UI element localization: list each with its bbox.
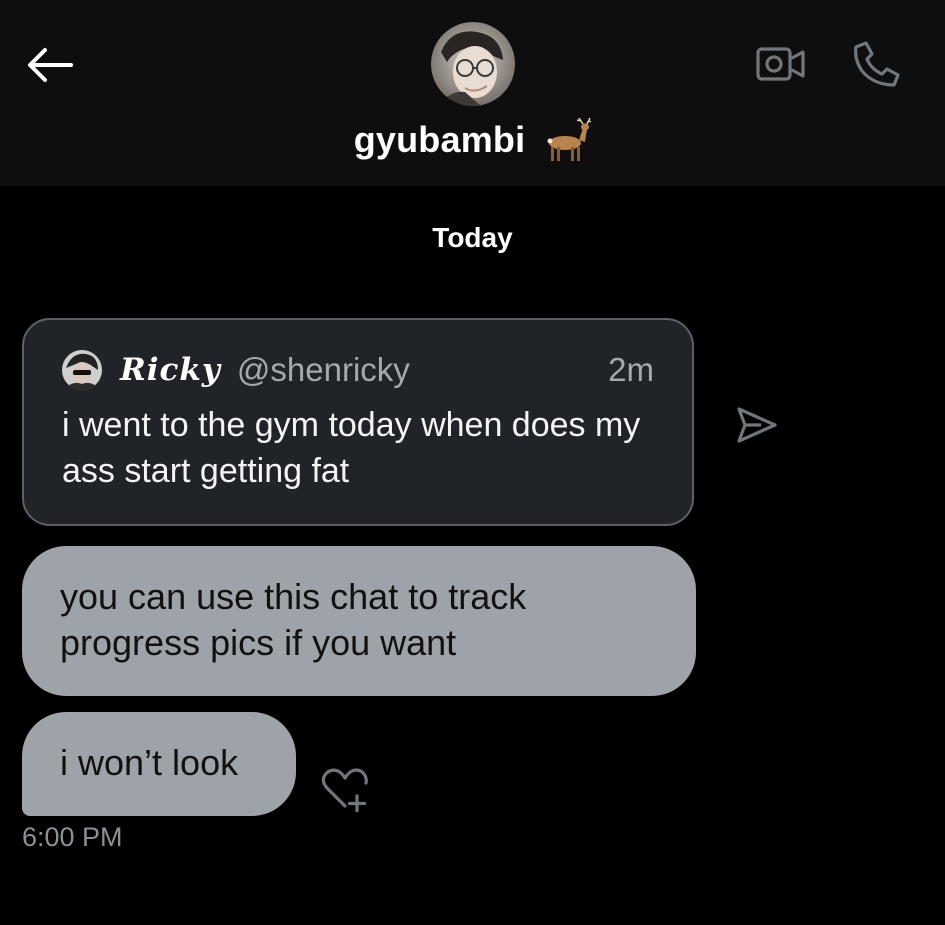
- shared-post-header: Ricky @shenricky 2m: [62, 346, 654, 394]
- arrow-left-icon: [28, 48, 73, 82]
- shared-post-text: i went to the gym today when does my ass…: [62, 406, 641, 490]
- shared-post-author[interactable]: Ricky: [120, 352, 221, 388]
- send-icon: [737, 407, 777, 443]
- message-bubble[interactable]: i won’t look: [22, 712, 296, 816]
- share-post-button[interactable]: [732, 402, 782, 448]
- date-separator: Today: [432, 222, 513, 253]
- add-reaction-button[interactable]: [316, 764, 374, 814]
- shared-post-handle[interactable]: @shenricky: [237, 351, 410, 389]
- shared-post-card[interactable]: Ricky @shenricky 2m i went to the gym to…: [22, 318, 694, 526]
- shared-post-time: 2m: [608, 351, 654, 388]
- video-camera-icon: [756, 47, 805, 81]
- contact-name-text: gyubambi: [353, 119, 526, 160]
- deer-icon: [547, 117, 592, 161]
- chat-header: gyubambi: [0, 0, 945, 186]
- video-call-button[interactable]: [752, 38, 810, 90]
- contact-name[interactable]: gyubambi: [0, 116, 945, 164]
- shared-post-avatar: [62, 350, 102, 390]
- message-text: i won’t look: [60, 742, 239, 783]
- message-bubble[interactable]: you can use this chat to track progress …: [22, 546, 696, 696]
- avatar[interactable]: [431, 22, 515, 106]
- back-button[interactable]: [22, 40, 78, 90]
- phone-icon: [854, 41, 900, 87]
- message-text: you can use this chat to track progress …: [60, 576, 527, 663]
- message-timestamp: 6:00 PM: [22, 822, 123, 852]
- heart-plus-icon: [321, 768, 368, 812]
- phone-call-button[interactable]: [846, 34, 908, 94]
